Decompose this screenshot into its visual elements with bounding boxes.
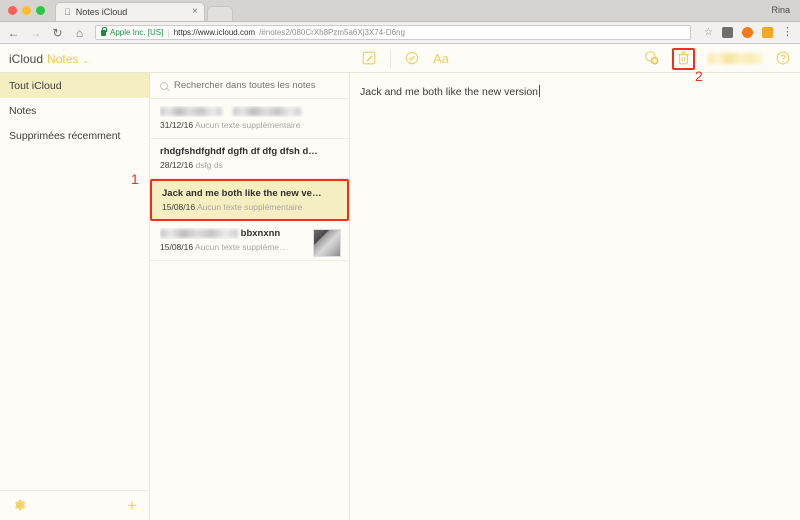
note-editor-content-wrap[interactable]: Jack and me both like the new version: [350, 73, 800, 98]
add-people-icon[interactable]: [644, 50, 659, 67]
url-path: /#notes2/080CrXh8Pzm5a6Xj3X74-D6ng: [259, 28, 405, 37]
note-title: Jack and me both like the new ve…: [162, 188, 322, 199]
note-preview: Aucun texte supplémentaire: [195, 120, 301, 130]
search-bar[interactable]: [150, 73, 349, 99]
sidebar-item-all-icloud[interactable]: Tout iCloud: [0, 73, 149, 98]
note-editor-content: Jack and me both like the new version: [360, 86, 539, 98]
note-preview: Aucun texte suppléme…: [195, 242, 288, 252]
note-date: 15/08/16: [162, 202, 196, 212]
list-item-selected[interactable]: Jack and me both like the new ve… 15/08/…: [150, 179, 349, 221]
browser-tab[interactable]:  Notes iCloud ×: [55, 2, 205, 21]
note-thumbnail: [313, 229, 341, 257]
address-bar[interactable]: Apple Inc. [US] | https://www.icloud.com…: [95, 25, 692, 40]
screenshot-root:  Notes iCloud × Rina ← → ↻ ⌂ Apple Inc.…: [0, 0, 800, 520]
delete-note-highlight: [672, 47, 695, 70]
extension-icon-3[interactable]: [762, 27, 773, 38]
compose-note-icon[interactable]: [362, 51, 376, 67]
annotation-marker-2: 2: [695, 68, 703, 84]
window-controls: [8, 0, 55, 21]
icloud-app: iCloud Notes ⌄ Aa Tout iCloud Notes Supp…: [0, 45, 800, 520]
extension-icon-2[interactable]: [742, 27, 753, 38]
new-tab-button[interactable]: [207, 6, 233, 21]
sidebar-item-notes[interactable]: Notes: [0, 98, 149, 123]
note-date: 15/08/16: [160, 242, 194, 252]
annotation-marker-1: 1: [131, 171, 139, 187]
browser-menu-icon[interactable]: ⋮: [782, 27, 793, 38]
brand-icloud-label: iCloud: [9, 51, 44, 66]
reload-icon[interactable]: ↻: [51, 27, 64, 39]
url-host: https://www.icloud.com: [173, 28, 256, 37]
site-identity-label: Apple Inc. [US]: [110, 28, 164, 37]
app-body: Tout iCloud Notes Supprimées récemment +…: [0, 73, 800, 520]
note-editor[interactable]: Jack and me both like the new version: [350, 73, 800, 520]
home-icon[interactable]: ⌂: [73, 27, 86, 39]
chevron-down-icon[interactable]: ⌄: [82, 56, 89, 65]
checklist-icon[interactable]: [405, 51, 419, 67]
browser-tabstrip:  Notes iCloud × Rina: [0, 0, 800, 22]
list-item[interactable]: rhdgfshdfghdf dgfh df dfg dfsh d… 28/12/…: [150, 139, 349, 179]
browser-tab-title: Notes iCloud: [69, 7, 128, 17]
text-cursor: [539, 85, 541, 97]
brand-app-label: Notes: [47, 51, 79, 66]
maximize-window-button[interactable]: [36, 5, 45, 15]
list-item[interactable]: bbxnxnn 15/08/16 Aucun texte suppléme…: [150, 221, 349, 261]
note-date: 28/12/16: [160, 160, 194, 170]
omnibox-separator: |: [167, 27, 170, 38]
help-icon[interactable]: [776, 51, 790, 67]
list-item[interactable]: 31/12/16 Aucun texte supplémentaire: [150, 99, 349, 139]
note-meta: 28/12/16 dsfg ds: [160, 160, 339, 170]
note-preview: Aucun texte supplémentaire: [197, 202, 303, 212]
apple-icon: : [64, 7, 71, 17]
note-title-blurred: [160, 106, 339, 117]
format-text-icon[interactable]: Aa: [433, 52, 449, 65]
minimize-window-button[interactable]: [22, 5, 31, 15]
account-name-blurred[interactable]: [708, 53, 763, 64]
forward-icon[interactable]: →: [29, 27, 42, 39]
browser-toolbar: ← → ↻ ⌂ Apple Inc. [US] | https://www.ic…: [0, 22, 800, 44]
sidebar: Tout iCloud Notes Supprimées récemment +: [0, 73, 150, 520]
app-header: iCloud Notes ⌄ Aa: [0, 45, 800, 73]
lock-icon: [101, 26, 107, 36]
bookmark-star-icon[interactable]: ☆: [704, 27, 713, 38]
sidebar-item-label: Supprimées récemment: [9, 129, 121, 142]
add-note-icon[interactable]: +: [127, 497, 137, 514]
profile-label[interactable]: Rina: [771, 0, 800, 21]
back-icon[interactable]: ←: [7, 27, 20, 39]
note-meta: 15/08/16 Aucun texte supplémentaire: [162, 202, 337, 212]
gear-icon[interactable]: [12, 498, 26, 514]
close-icon[interactable]: ×: [192, 7, 198, 17]
brand[interactable]: iCloud Notes ⌄: [0, 52, 150, 66]
note-title: rhdgfshdfghdf dgfh df dfg dfsh d…: [160, 146, 318, 157]
note-title: bbxnxnn: [240, 228, 281, 239]
close-window-button[interactable]: [8, 5, 17, 15]
sidebar-footer: +: [0, 490, 149, 520]
sidebar-item-label: Tout iCloud: [9, 79, 62, 92]
search-icon: [160, 81, 168, 90]
account-toolbar: [644, 47, 800, 70]
search-input[interactable]: [174, 80, 339, 91]
note-preview: dsfg ds: [195, 160, 223, 170]
sidebar-item-label: Notes: [9, 104, 37, 117]
extension-icon-1[interactable]: [722, 27, 733, 38]
toolbar-divider: [390, 49, 391, 68]
note-toolbar: Aa: [350, 49, 644, 68]
notes-list-panel: 31/12/16 Aucun texte supplémentaire rhdg…: [150, 73, 350, 520]
note-meta: 31/12/16 Aucun texte supplémentaire: [160, 120, 339, 130]
sidebar-item-recently-deleted[interactable]: Supprimées récemment: [0, 123, 149, 148]
trash-icon[interactable]: [677, 51, 690, 67]
note-date: 31/12/16: [160, 120, 194, 130]
